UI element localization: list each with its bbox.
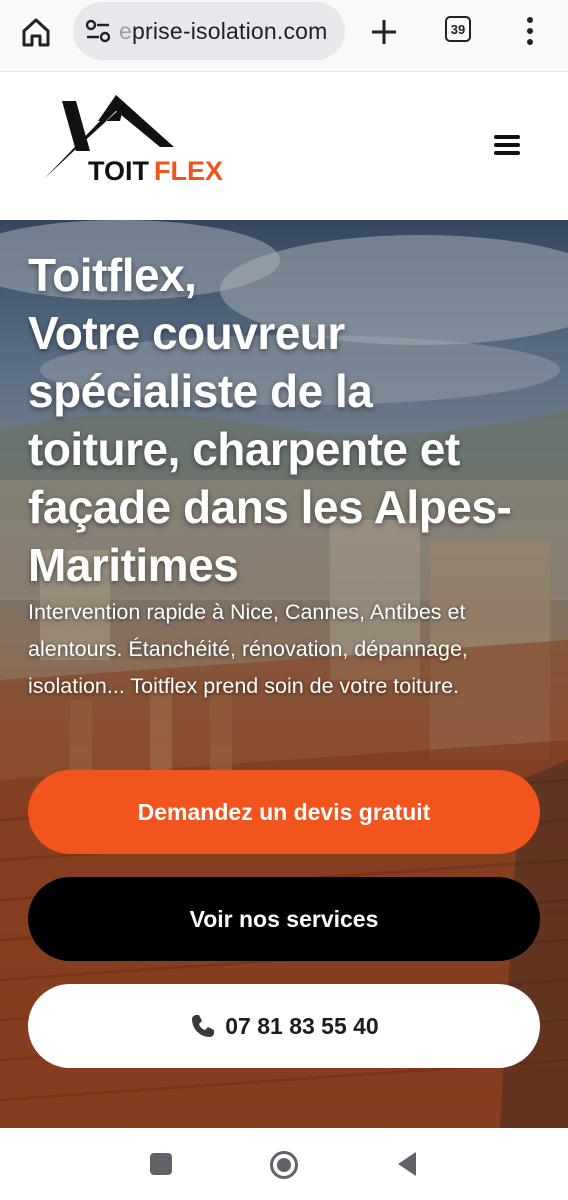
- url-text-faded: e: [119, 18, 132, 44]
- android-navigation-bar: [0, 1128, 568, 1200]
- hamburger-icon[interactable]: [494, 135, 520, 157]
- svg-text:TOIT: TOIT: [88, 156, 150, 186]
- hero-title-line: toiture, charpente et: [28, 423, 460, 475]
- free-quote-label: Demandez un devis gratuit: [137, 798, 431, 825]
- services-label: Voir nos services: [189, 905, 379, 932]
- url-text-domain: prise-isolation.com: [132, 18, 328, 44]
- home-circle-icon[interactable]: [269, 1150, 299, 1180]
- hero-intro-text: Intervention rapide à Nice, Cannes, Anti…: [28, 600, 468, 698]
- hero-title-line: Maritimes: [28, 539, 239, 591]
- back-triangle-icon[interactable]: [396, 1150, 418, 1178]
- tab-switcher-button[interactable]: 39: [445, 16, 471, 42]
- toitflex-logo[interactable]: TOIT FLEX: [40, 91, 230, 203]
- phone-icon: [192, 1015, 215, 1037]
- svg-text:FLEX: FLEX: [154, 156, 223, 186]
- phone-number: 07 81 83 55 40: [225, 1012, 379, 1039]
- home-icon[interactable]: [18, 14, 54, 50]
- recent-apps-icon[interactable]: [150, 1153, 172, 1175]
- browser-toolbar: eprise-isolation.com 39: [0, 0, 568, 72]
- hero-title-line: Votre couvreur: [28, 307, 345, 359]
- url-text: eprise-isolation.com: [119, 18, 328, 45]
- phone-call-button[interactable]: 07 81 83 55 40: [28, 984, 540, 1068]
- hero-title-line: façade dans les Alpes-: [28, 481, 512, 533]
- hero-section: Toitflex, Votre couvreur spécialiste de …: [0, 220, 568, 1128]
- address-bar[interactable]: eprise-isolation.com: [73, 2, 345, 60]
- plus-icon[interactable]: [368, 16, 400, 48]
- hero-title-line: Toitflex,: [28, 249, 197, 301]
- hero-title: Toitflex, Votre couvreur spécialiste de …: [28, 246, 558, 594]
- site-settings-icon[interactable]: [85, 19, 111, 43]
- site-header: TOIT FLEX: [0, 73, 568, 220]
- services-button[interactable]: Voir nos services: [28, 877, 540, 961]
- free-quote-button[interactable]: Demandez un devis gratuit: [28, 770, 540, 854]
- hero-title-line: spécialiste de la: [28, 365, 373, 417]
- more-vert-icon[interactable]: [520, 14, 540, 48]
